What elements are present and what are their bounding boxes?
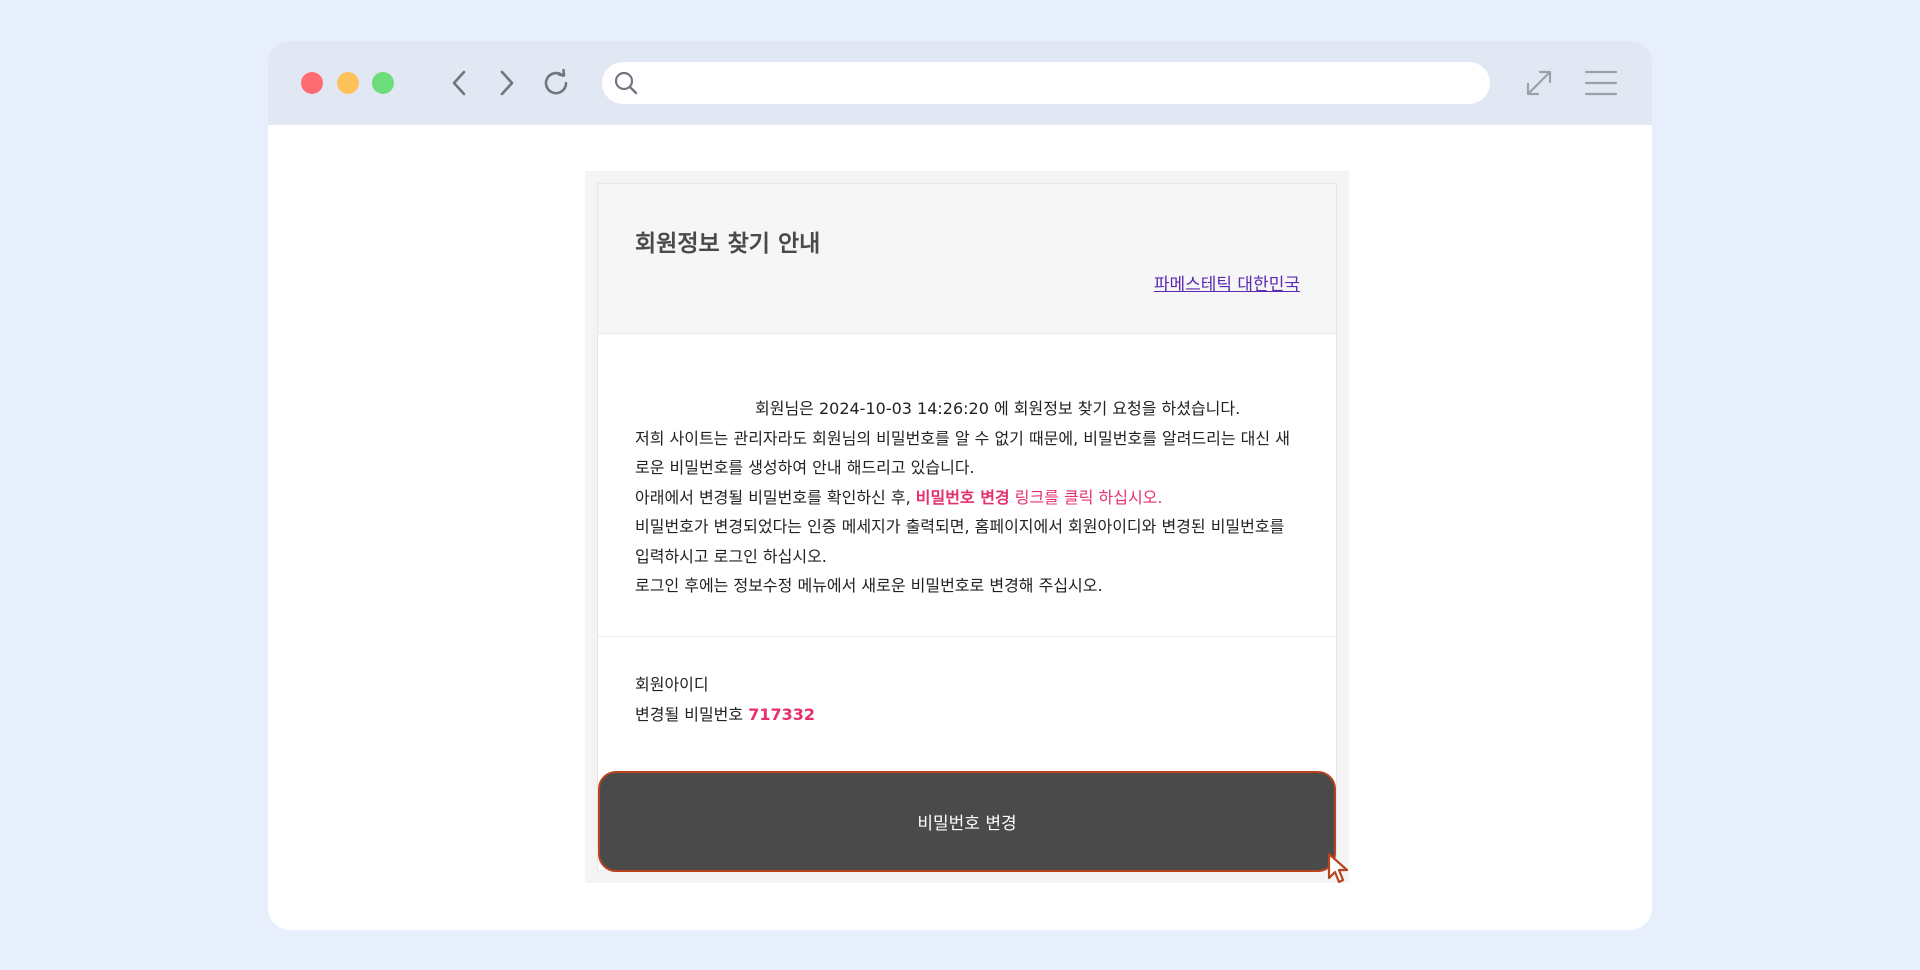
message-line-request: 회원님은 2024-10-03 14:26:20 에 회원정보 찾기 요청을 하…: [755, 399, 1241, 418]
close-window-button[interactable]: [301, 72, 323, 94]
hamburger-menu-icon[interactable]: [1583, 65, 1619, 101]
new-password-row: 변경될 비밀번호 717332: [635, 700, 815, 730]
highlight-change-password: 비밀번호 변경: [915, 487, 1010, 507]
message-line-login: 비밀번호가 변경되었다는 인증 메세지가 출력되면, 홈페이지에서 회원아이디와…: [635, 517, 1285, 566]
search-icon: [612, 69, 640, 97]
brand-link[interactable]: 파메스테틱 대한민국: [1154, 270, 1300, 295]
browser-window: 회원정보 찾기 안내 파메스테틱 대한민국 회원님은 2024-10-03 14…: [268, 41, 1652, 930]
email-card: 회원정보 찾기 안내 파메스테틱 대한민국 회원님은 2024-10-03 14…: [597, 183, 1337, 872]
message-line-policy: 저희 사이트는 관리자라도 회원님의 비밀번호를 알 수 없기 때문에, 비밀번…: [635, 428, 1290, 478]
reload-icon[interactable]: [538, 65, 574, 101]
message-line-instruction: 아래에서 변경될 비밀번호를 확인하신 후, 비밀번호 변경 링크를 클릭 하십…: [635, 487, 1163, 507]
email-message: 회원님은 2024-10-03 14:26:20 에 회원정보 찾기 요청을 하…: [635, 394, 1303, 601]
back-icon[interactable]: [442, 65, 478, 101]
new-password-label: 변경될 비밀번호: [635, 705, 744, 724]
expand-icon[interactable]: [1521, 65, 1557, 101]
email-header: 회원정보 찾기 안내 파메스테틱 대한민국: [598, 184, 1336, 334]
member-id-row: 회원아이디: [635, 670, 815, 700]
member-id-label: 회원아이디: [635, 675, 709, 694]
new-password-value: 717332: [748, 705, 816, 724]
maximize-window-button[interactable]: [372, 72, 394, 94]
forward-icon[interactable]: [488, 65, 524, 101]
minimize-window-button[interactable]: [337, 72, 359, 94]
mouse-cursor-icon: [1327, 852, 1353, 886]
divider: [598, 636, 1336, 637]
email-title: 회원정보 찾기 안내: [635, 231, 821, 257]
change-password-button[interactable]: 비밀번호 변경: [598, 771, 1336, 872]
browser-toolbar: [268, 41, 1652, 125]
address-bar[interactable]: [602, 62, 1490, 104]
message-line-after-login: 로그인 후에는 정보수정 메뉴에서 새로운 비밀번호로 변경해 주십시오.: [635, 576, 1103, 595]
email-container: 회원정보 찾기 안내 파메스테틱 대한민국 회원님은 2024-10-03 14…: [585, 171, 1349, 883]
account-info: 회원아이디 변경될 비밀번호 717332: [635, 670, 815, 730]
